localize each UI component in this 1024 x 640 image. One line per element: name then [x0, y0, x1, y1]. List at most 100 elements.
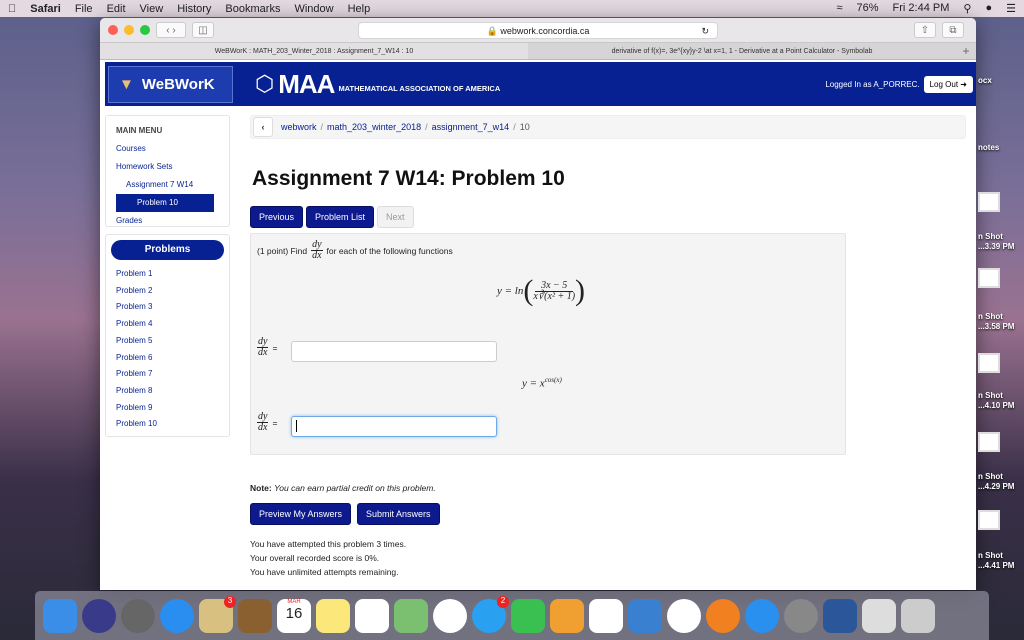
- new-tab-button[interactable]: +: [956, 43, 976, 59]
- notes-icon[interactable]: [316, 598, 350, 633]
- menu-edit[interactable]: Edit: [107, 3, 126, 15]
- siri-icon[interactable]: ●: [985, 2, 992, 15]
- screenshot-thumbnail[interactable]: [978, 353, 1000, 373]
- menu-view[interactable]: View: [140, 3, 164, 15]
- problem-link[interactable]: Problem 4: [111, 316, 224, 333]
- close-window-button[interactable]: [108, 25, 118, 35]
- keynote-icon[interactable]: [628, 598, 662, 633]
- clock[interactable]: Fri 2:44 PM: [893, 2, 950, 15]
- reminders-icon[interactable]: [355, 598, 389, 633]
- apple-icon[interactable]: : [8, 3, 16, 15]
- spotlight-icon[interactable]: ⚲: [963, 2, 971, 15]
- wifi-icon[interactable]: ≈: [836, 2, 842, 15]
- desktop-file[interactable]: ocx: [978, 76, 992, 86]
- menu-bar:  Safari File Edit View History Bookmark…: [0, 0, 1024, 17]
- previous-button[interactable]: Previous: [250, 206, 304, 228]
- back-forward-buttons[interactable]: ‹ ›: [156, 22, 186, 38]
- siri-icon[interactable]: [82, 598, 116, 633]
- main-content: ‹ webwork / math_203_winter_2018/ assignm…: [250, 115, 966, 579]
- sidebar-toggle-icon[interactable]: ◫: [192, 22, 214, 38]
- webwork-logo[interactable]: ▼ WeBWorK: [108, 65, 233, 103]
- breadcrumb-set[interactable]: assignment_7_w14: [432, 122, 510, 132]
- system-preferences-icon[interactable]: [784, 598, 818, 633]
- safari-icon[interactable]: [160, 598, 194, 633]
- problem-link[interactable]: Problem 6: [111, 350, 224, 367]
- ibooks-icon[interactable]: [706, 598, 740, 633]
- zoom-window-button[interactable]: [140, 25, 150, 35]
- menu-history[interactable]: History: [177, 3, 211, 15]
- intro-text: (1 point) Find: [257, 245, 308, 256]
- screenshot-thumbnail[interactable]: [978, 432, 1000, 452]
- messages-icon[interactable]: 2: [472, 595, 509, 633]
- logout-button[interactable]: Log Out ➜: [923, 75, 973, 93]
- downloads-stack-icon[interactable]: [862, 598, 896, 633]
- problem-link[interactable]: Problem 5: [111, 333, 224, 350]
- desktop-file[interactable]: n Shot ...4.29 PM: [978, 472, 1014, 492]
- preview-answers-button[interactable]: Preview My Answers: [250, 503, 352, 525]
- finder-icon[interactable]: [43, 598, 77, 633]
- sidebar-item-homework-sets[interactable]: Homework Sets: [116, 158, 219, 176]
- screenshot-thumbnail[interactable]: [978, 510, 1000, 530]
- notification-center-icon[interactable]: ☰: [1006, 2, 1016, 15]
- screenshot-thumbnail[interactable]: [978, 192, 1000, 212]
- problem-link[interactable]: Problem 3: [111, 299, 224, 316]
- itunes-icon[interactable]: [667, 598, 701, 633]
- app-store-icon[interactable]: [745, 598, 779, 633]
- logout-label: Log Out: [929, 79, 959, 89]
- breadcrumb-webwork[interactable]: webwork: [281, 122, 317, 132]
- problem-link[interactable]: Problem 1: [111, 266, 224, 283]
- numbers-icon[interactable]: [589, 598, 623, 633]
- menu-bookmarks[interactable]: Bookmarks: [225, 3, 280, 15]
- tabs-overview-icon[interactable]: ⧉: [942, 22, 964, 38]
- launchpad-icon[interactable]: [121, 598, 155, 633]
- reload-icon[interactable]: ↻: [701, 23, 709, 39]
- breadcrumb-course[interactable]: math_203_winter_2018: [327, 122, 421, 132]
- menu-app[interactable]: Safari: [30, 3, 61, 15]
- problem-list-button[interactable]: Problem List: [306, 206, 375, 228]
- minimize-window-button[interactable]: [124, 25, 134, 35]
- desktop-file[interactable]: n Shot ...3.58 PM: [978, 312, 1014, 332]
- problem-link[interactable]: Problem 2: [111, 283, 224, 300]
- screenshot-thumbnail[interactable]: [978, 268, 1000, 288]
- battery-status[interactable]: 76%: [857, 2, 879, 15]
- attempt-status: You have attempted this problem 3 times.…: [250, 539, 407, 577]
- menu-file[interactable]: File: [75, 3, 93, 15]
- address-bar[interactable]: 🔒 webwork.concordia.ca ↻: [358, 21, 718, 39]
- facetime-icon[interactable]: [511, 598, 545, 633]
- back-chevron-icon[interactable]: ‹: [253, 117, 273, 137]
- calendar-icon[interactable]: MAR 16: [277, 598, 311, 633]
- problem-link[interactable]: Problem 10: [111, 416, 224, 433]
- pages-icon[interactable]: [550, 598, 584, 633]
- tab-bar: WeBWorK : MATH_203_Winter_2018 : Assignm…: [100, 42, 976, 60]
- mail-icon[interactable]: 3: [199, 595, 236, 633]
- share-icon[interactable]: ⇧: [914, 22, 936, 38]
- problem-link[interactable]: Problem 9: [111, 400, 224, 417]
- browser-toolbar: ‹ › ◫ 🔒 webwork.concordia.ca ↻ ⇧ ⧉: [100, 18, 976, 42]
- sidebar-item-courses[interactable]: Courses: [116, 140, 219, 158]
- desktop-file[interactable]: notes: [978, 143, 999, 153]
- sidebar-item-grades[interactable]: Grades: [116, 212, 219, 230]
- menu-window[interactable]: Window: [294, 3, 333, 15]
- sidebar-item-problem-10[interactable]: Problem 10: [116, 194, 214, 212]
- maa-logo[interactable]: ⬡ MAA MATHEMATICAL ASSOCIATION OF AMERICA: [255, 71, 500, 97]
- page-title: Assignment 7 W14: Problem 10: [252, 167, 565, 190]
- problem-link[interactable]: Problem 8: [111, 383, 224, 400]
- dy-dx-fraction: dy dx: [311, 239, 323, 261]
- answer-input-1[interactable]: [291, 341, 497, 362]
- word-icon[interactable]: [823, 598, 857, 633]
- submit-answers-button[interactable]: Submit Answers: [357, 503, 440, 525]
- problem-link[interactable]: Problem 7: [111, 366, 224, 383]
- photos-icon[interactable]: [433, 598, 467, 633]
- trash-icon[interactable]: [901, 598, 935, 633]
- menu-help[interactable]: Help: [348, 3, 371, 15]
- desktop-file[interactable]: n Shot ...3.39 PM: [978, 232, 1014, 252]
- sidebar-item-assignment[interactable]: Assignment 7 W14: [116, 176, 219, 194]
- tab-symbolab[interactable]: derivative of f(x)=, 3e^{xy}y-2 \at x=1,…: [528, 43, 956, 59]
- problems-title: Problems: [111, 240, 224, 260]
- desktop-file[interactable]: n Shot ...4.10 PM: [978, 391, 1014, 411]
- contacts-icon[interactable]: [238, 598, 272, 633]
- answer-input-2[interactable]: [291, 416, 497, 437]
- desktop-file[interactable]: n Shot ...4.41 PM: [978, 551, 1014, 571]
- tab-webwork[interactable]: WeBWorK : MATH_203_Winter_2018 : Assignm…: [100, 43, 528, 59]
- maps-icon[interactable]: [394, 598, 428, 633]
